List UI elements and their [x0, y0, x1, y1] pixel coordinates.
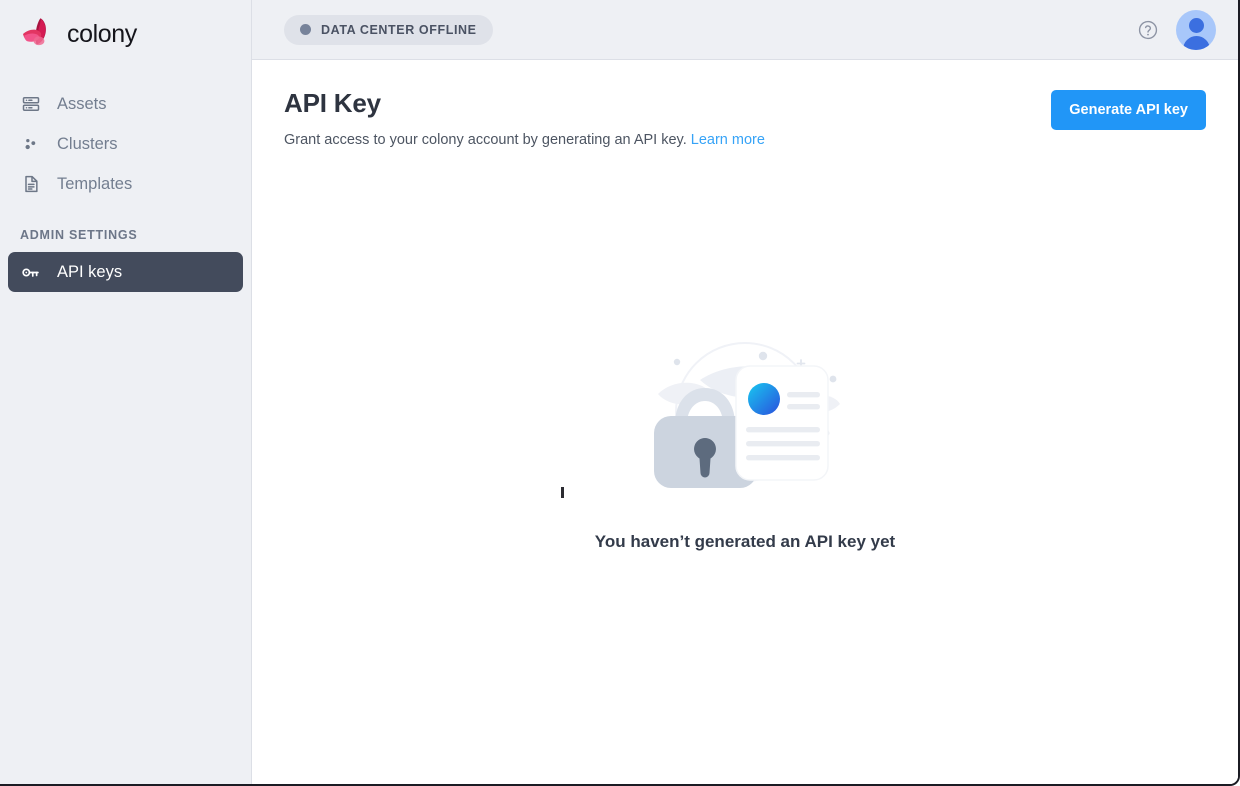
- sidebar-item-label: API keys: [57, 262, 123, 281]
- cluster-dots-icon: [20, 134, 41, 155]
- user-avatar[interactable]: [1176, 9, 1216, 50]
- key-icon: [20, 262, 41, 283]
- learn-more-link[interactable]: Learn more: [691, 132, 765, 148]
- server-rack-icon: [20, 94, 41, 115]
- sidebar-item-api-keys[interactable]: API keys: [8, 252, 243, 292]
- content-area: API Key Grant access to your colony acco…: [252, 60, 1238, 784]
- sidebar-item-label: Templates: [57, 174, 133, 193]
- brand[interactable]: colony: [0, 0, 251, 46]
- sidebar-section-title: ADMIN SETTINGS: [20, 228, 138, 242]
- brand-name: colony: [67, 19, 137, 48]
- sidebar: colony Assets Clusters Templates ADMIN S…: [0, 0, 252, 784]
- status-badge-label: DATA CENTER OFFLINE: [321, 22, 477, 37]
- page-title: API Key: [284, 88, 381, 118]
- sidebar-item-templates[interactable]: Templates: [8, 164, 243, 204]
- sidebar-nav: Assets Clusters Templates ADMIN SETTINGS…: [0, 84, 251, 292]
- main-area: DATA CENTER OFFLINE API Key Grant access…: [252, 0, 1238, 784]
- sidebar-item-label: Assets: [57, 94, 107, 113]
- empty-state: You haven’t generated an API key yet: [252, 332, 1238, 552]
- page-header-text: API Key Grant access to your colony acco…: [284, 88, 1051, 148]
- status-badge[interactable]: DATA CENTER OFFLINE: [284, 14, 493, 45]
- document-icon: [20, 174, 41, 195]
- page-subtitle-text: Grant access to your colony account by g…: [284, 132, 687, 148]
- generate-api-key-button[interactable]: Generate API key: [1051, 90, 1206, 130]
- sidebar-item-assets[interactable]: Assets: [8, 84, 243, 124]
- lock-and-document-illustration-icon: [630, 332, 860, 502]
- avatar-body-icon: [1182, 35, 1210, 50]
- app-window: colony Assets Clusters Templates ADMIN S…: [0, 0, 1240, 786]
- status-dot-icon: [300, 24, 311, 35]
- topbar: DATA CENTER OFFLINE: [252, 0, 1238, 60]
- avatar-head-icon: [1188, 17, 1204, 33]
- page-subtitle: Grant access to your colony account by g…: [284, 132, 1051, 148]
- page-header: API Key Grant access to your colony acco…: [284, 60, 1206, 148]
- empty-state-message: You haven’t generated an API key yet: [594, 532, 896, 551]
- butterfly-logo-icon: [20, 17, 56, 51]
- sidebar-item-clusters[interactable]: Clusters: [8, 124, 243, 164]
- sidebar-item-label: Clusters: [57, 134, 118, 153]
- question-circle-icon[interactable]: [1137, 19, 1159, 41]
